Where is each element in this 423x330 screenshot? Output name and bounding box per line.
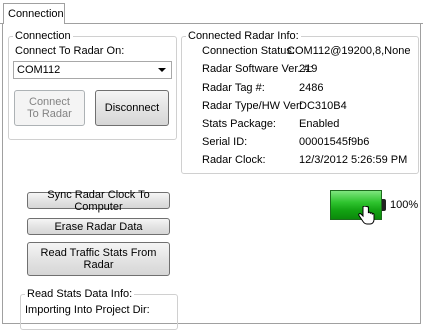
stats-package-label: Stats Package: <box>202 118 276 130</box>
connect-button-label: Connect To Radar <box>27 96 72 120</box>
erase-data-button-label: Erase Radar Data <box>54 220 143 233</box>
radar-tag-value: 2486 <box>299 82 324 94</box>
radar-clock-label: Radar Clock: <box>202 154 266 166</box>
connection-status-value: COM112@19200,8,None <box>287 45 411 57</box>
port-select-value: COM112 <box>17 64 61 76</box>
connect-to-radar-label: Connect To Radar On: <box>15 45 125 57</box>
connection-status-label: Connection Status: <box>202 45 295 57</box>
radar-type-label: Radar Type/HW Ver: <box>202 100 303 112</box>
tab-strip: Connection <box>0 0 423 25</box>
sync-clock-button-label: Sync Radar Clock To Computer <box>47 188 150 213</box>
chevron-down-icon[interactable] <box>158 68 166 72</box>
disconnect-button[interactable]: Disconnect <box>95 90 169 126</box>
hand-cursor-icon <box>358 206 375 225</box>
battery-percent-label: 100% <box>390 199 419 211</box>
read-stats-button-label: Read Traffic Stats From Radar <box>40 247 157 271</box>
import-project-dir-label: Importing Into Project Dir: <box>25 304 150 316</box>
connect-button[interactable]: Connect To Radar <box>14 90 85 126</box>
radar-clock-value: 12/3/2012 5:26:59 PM <box>299 154 408 166</box>
port-select[interactable]: COM112 <box>13 61 172 79</box>
connection-group-legend: Connection <box>15 30 71 42</box>
read-stats-button[interactable]: Read Traffic Stats From Radar <box>27 242 170 276</box>
radar-tag-label: Radar Tag #: <box>202 82 265 94</box>
battery-terminal <box>382 199 386 211</box>
tab-connection-label: Connection <box>8 8 64 20</box>
tab-connection[interactable]: Connection <box>3 3 65 25</box>
software-version-value: 219 <box>299 63 318 75</box>
software-version-label: Radar Software Ver. #: <box>202 63 313 75</box>
sync-clock-button[interactable]: Sync Radar Clock To Computer <box>27 189 170 213</box>
disconnect-button-label: Disconnect <box>104 102 160 114</box>
serial-id-label: Serial ID: <box>202 136 248 148</box>
radar-info-legend: Connected Radar Info: <box>188 30 299 42</box>
serial-id-value: 00001545f9b6 <box>299 136 370 148</box>
stats-package-value: Enabled <box>299 118 340 130</box>
read-stats-info-legend: Read Stats Data Info: <box>27 288 133 300</box>
radar-type-value: DC310B4 <box>299 100 347 112</box>
erase-data-button[interactable]: Erase Radar Data <box>27 218 170 235</box>
